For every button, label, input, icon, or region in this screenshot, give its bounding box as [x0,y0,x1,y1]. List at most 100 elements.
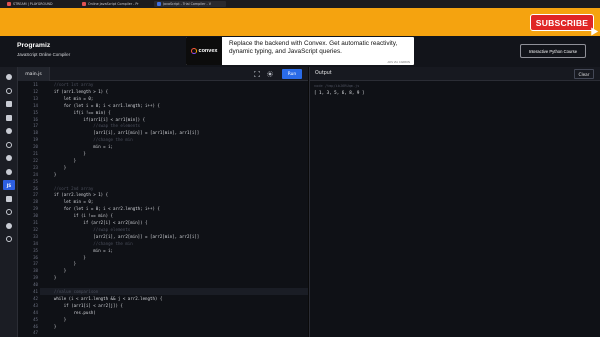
ad-text[interactable]: Replace the backend with Convex. Get aut… [229,40,411,57]
line-number: 20 [33,144,38,150]
sidebar-item-python[interactable] [3,72,15,82]
line-number: 26 [33,185,38,191]
code-line[interactable]: if (arr2[i] < arr2[min]) { [44,220,147,225]
mouse-cursor-icon [587,25,599,36]
code-line[interactable]: } [44,172,56,177]
line-number: 28 [33,199,38,205]
line-number: 37 [33,261,38,267]
convex-icon [190,48,197,54]
line-number: 27 [33,192,38,198]
code-comment[interactable]: //sort 2nd array [44,186,93,191]
ad-via-label[interactable]: ADS VIA CARBON [388,61,410,64]
code-line[interactable]: if(arr1[i] < arr1[min]) { [44,117,145,122]
code-comment[interactable]: //value comparison [44,289,98,294]
output-title: Output [315,71,332,76]
sql-icon [6,101,12,107]
line-number: 18 [33,130,38,136]
code-line[interactable]: min = i; [44,248,113,253]
output-command: node /tmp/ibJ6RUqm.js [314,84,360,88]
c-icon [6,141,12,148]
line-number: 34 [33,240,38,246]
line-number: 45 [33,316,38,322]
code-line[interactable]: } [44,165,66,170]
line-number-gutter: 11 12 13 14 15 16 17 18 19 20 21 22 23 24 25 26 27 28 29 30… [18,81,40,337]
code-line[interactable]: let min = 0; [44,96,94,101]
line-number: 39 [33,275,38,281]
code-line[interactable]: } [44,261,76,266]
sidebar-item-java[interactable] [3,126,15,136]
screen: STREAM | PLAYGROUND Online JavaScript Com… [0,0,600,337]
code-comment[interactable]: //change the min [44,137,132,142]
code-line[interactable]: [arr2[i], arr2[min]] = [arr2[min], arr2[… [44,234,199,239]
line-number: 40 [33,282,38,288]
interactive-course-button[interactable]: Interactive Python Course [520,44,586,58]
browser-tab[interactable]: STREAM | PLAYGROUND [4,1,76,7]
browser-tab[interactable]: JavaScript - Trial Compiler - V [154,1,226,7]
carbon-ad[interactable]: convex Replace the backend with Convex. … [186,37,414,65]
sidebar-item-r[interactable] [3,86,15,96]
code-comment[interactable]: //sort 1st array [44,82,93,87]
theme-toggle-icon[interactable] [265,70,274,78]
subscribe-button[interactable]: SUBSCRIBE [530,14,599,36]
line-number: 14 [33,102,38,108]
rust-icon [6,236,12,242]
code-line[interactable]: [arr1[i], arr1[min]] = [arr1[min], arr1[… [44,130,199,135]
code-line[interactable]: } [44,151,85,156]
sidebar-item-c[interactable] [3,140,15,150]
code-line[interactable]: if (arr1.length > 1) { [44,89,108,94]
code-line[interactable]: } [44,268,66,273]
code-line[interactable]: } [44,158,76,163]
programiz-logo[interactable]: Programiz [17,42,50,49]
sidebar-item-csharp[interactable] [3,167,15,177]
sidebar-item-cpp[interactable] [3,153,15,163]
line-number: 23 [33,164,38,170]
browser-tab-label: Online JavaScript Compiler - Pr [88,2,139,6]
code-line[interactable]: if(i !== min) { [44,110,111,115]
fullscreen-icon[interactable] [252,70,261,78]
code-line[interactable]: res.push( [44,310,96,315]
line-number: 13 [33,95,38,101]
swift-icon [6,222,12,229]
code-comment[interactable]: //swap the elements [44,123,140,128]
favicon-icon [7,2,11,6]
code-line[interactable]: for (let i = 0; i < arr2.length; i++) { [44,206,160,211]
output-toolbar: Output Clear [309,67,600,81]
line-number: 33 [33,233,38,239]
sidebar-item-js[interactable]: JS [3,180,15,190]
browser-tab[interactable]: Online JavaScript Compiler - Pr [79,1,151,7]
code-line[interactable]: } [44,275,56,280]
file-tab-main-js[interactable]: main.js [18,67,50,81]
code-line[interactable]: min = i; [44,144,113,149]
convex-logo: convex [186,37,222,65]
python-icon [6,74,12,80]
output-result: [ 1, 3, 5, 6, 8, 9 ] [314,90,365,95]
clear-button[interactable]: Clear [574,69,594,79]
sidebar-item-go[interactable] [3,194,15,204]
code-line[interactable]: let min = 0; [44,199,94,204]
line-number: 12 [33,88,38,94]
sidebar-item-php[interactable] [3,207,15,217]
line-number: 31 [33,220,38,225]
code-line[interactable]: if (arr2.length > 1) { [44,192,108,197]
code-line[interactable]: while (i < arr1.length && j < arr2.lengt… [44,296,162,301]
language-sidebar: JS [0,67,18,337]
line-number: 29 [33,206,38,212]
editor-toolbar: main.js Run [18,67,308,81]
code-line[interactable]: } [44,255,85,260]
sidebar-item-sql[interactable] [3,99,15,109]
sidebar-item-html[interactable] [3,113,15,123]
r-icon [6,87,12,94]
run-button[interactable]: Run [282,69,302,79]
line-number: 24 [33,171,38,177]
sidebar-item-swift[interactable] [3,221,15,231]
code-line[interactable]: if (i !== min) { [44,213,113,218]
code-line[interactable]: } [44,324,56,329]
code-comment[interactable]: //swap elements [44,227,130,232]
line-number: 22 [33,157,38,163]
sidebar-item-rust[interactable] [3,234,15,244]
code-editor[interactable]: 11 12 13 14 15 16 17 18 19 20 21 22 23 24 25 26 27 28 29 30… [18,81,308,337]
code-line[interactable]: } [44,317,66,322]
code-comment[interactable]: //change the min [44,241,132,246]
code-line[interactable]: for (let i = 0; i < arr1.length; i++) { [44,103,160,108]
code-line[interactable]: if (arr1[i] < arr2[j]) { [44,303,123,308]
